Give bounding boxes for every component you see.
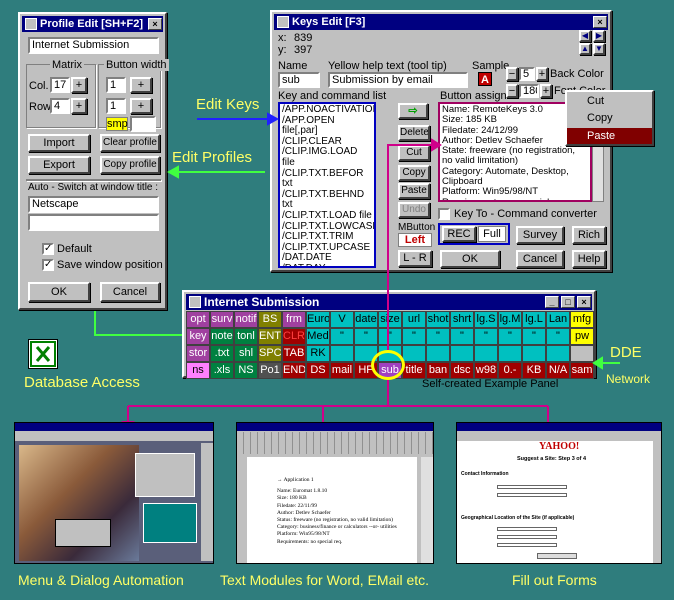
thumb-dialog bbox=[135, 453, 195, 497]
thumb-document-page: → Application 1 Name: Euromat 1.8.10 Size:… bbox=[247, 457, 417, 563]
thumb-titlebar bbox=[457, 423, 661, 431]
document-line: Platform: Win95/98/NT bbox=[277, 531, 330, 538]
fill-forms-caption: Fill out Forms bbox=[512, 572, 597, 588]
thumb-side-toolbar bbox=[201, 443, 213, 561]
document-line: Author: Detlev Schaefer bbox=[277, 509, 331, 516]
yahoo-logo: YAHOO! bbox=[539, 441, 580, 452]
thumb-scrollbar bbox=[421, 457, 433, 563]
document-line: Filedate: 22/11/99 bbox=[277, 502, 317, 509]
example-panel-callout: Self-created Example Panel bbox=[422, 378, 559, 390]
fill-forms-screenshot: YAHOO! Suggest a Site: Step 3 of 4 Conta… bbox=[456, 422, 662, 564]
document-line: Requirements: no special req. bbox=[277, 538, 343, 545]
edit-profiles-arrow bbox=[166, 165, 265, 179]
form-field bbox=[497, 535, 557, 539]
database-access-callout: Database Access bbox=[24, 374, 140, 391]
db-connector bbox=[94, 311, 182, 336]
thumb-toolbar bbox=[15, 431, 213, 441]
thumb-scrollbar bbox=[653, 441, 661, 563]
geo-heading: Geographical Location of the Site (if ap… bbox=[461, 515, 575, 521]
thumb-palette bbox=[143, 503, 197, 543]
form-submit bbox=[537, 553, 577, 559]
edit-keys-arrow bbox=[197, 112, 280, 126]
edit-keys-callout: Edit Keys bbox=[196, 96, 260, 113]
form-heading: Suggest a Site: Step 3 of 4 bbox=[517, 456, 587, 462]
sub-to-assign-connector bbox=[387, 138, 442, 350]
thumb-toolbar bbox=[457, 431, 661, 441]
document-line: → Application 1 bbox=[277, 477, 314, 483]
excel-icon bbox=[28, 339, 58, 369]
network-callout: Network bbox=[606, 372, 651, 386]
thumb-panel bbox=[55, 519, 111, 547]
form-field bbox=[497, 485, 567, 489]
thumb-titlebar bbox=[15, 423, 213, 431]
document-line: Name: Euromat 1.8.10 bbox=[277, 488, 328, 495]
text-modules-caption: Text Modules for Word, EMail etc. bbox=[220, 572, 430, 588]
thumb-toolbars bbox=[237, 432, 433, 454]
menu-automation-screenshot bbox=[14, 422, 214, 564]
thumb-titlebar bbox=[237, 423, 433, 431]
menu-automation-caption: Menu & Dialog Automation bbox=[18, 572, 184, 588]
form-field bbox=[497, 493, 567, 497]
dde-callout: DDE bbox=[610, 344, 642, 361]
contact-heading: Contact Information bbox=[461, 471, 509, 477]
form-field bbox=[497, 527, 557, 531]
document-line: Size: 180 KB bbox=[277, 495, 307, 502]
edit-profiles-callout: Edit Profiles bbox=[172, 149, 253, 166]
text-modules-screenshot: → Application 1 Name: Euromat 1.8.10 Size:… bbox=[236, 422, 434, 564]
form-field bbox=[497, 543, 557, 547]
